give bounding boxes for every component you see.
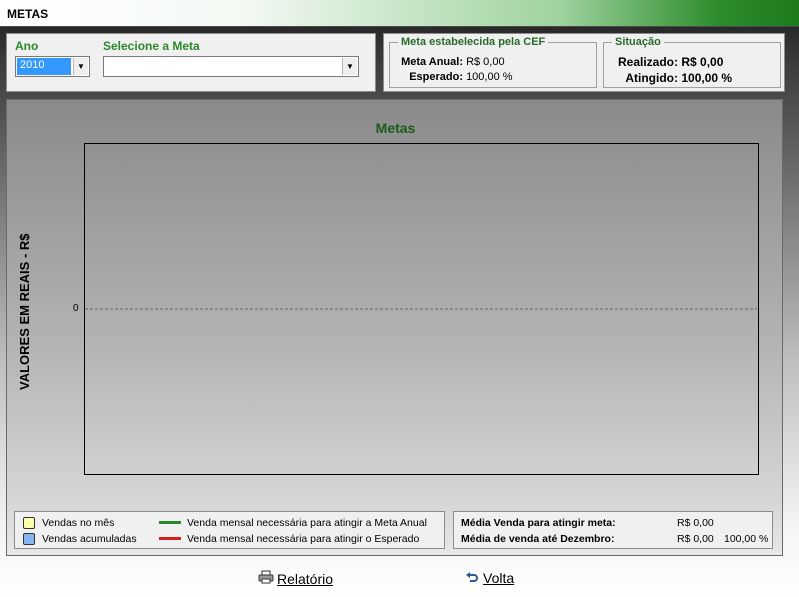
medias-box: Média Venda para atingir meta: R$ 0,00 M… <box>453 511 773 549</box>
atingido-label: Atingido: <box>625 71 678 85</box>
chart-y-tick: 0 <box>73 303 79 314</box>
esperado-label: Esperado: <box>409 71 463 83</box>
back-arrow-icon <box>463 570 480 586</box>
situacao-legend: Situação <box>615 36 661 48</box>
printer-icon <box>257 570 274 587</box>
filters-panel: Ano 2010 ▼ Selecione a Meta ▼ <box>6 33 376 92</box>
chart-svg <box>85 308 757 310</box>
meta-anual-row: Meta Anual: R$ 0,00 <box>393 56 505 68</box>
meta-label: Selecione a Meta <box>103 39 200 53</box>
realizado-value: R$ 0,00 <box>681 55 724 69</box>
relatorio-button[interactable]: Relatório <box>257 570 333 587</box>
media-meta-value: R$ 0,00 <box>677 517 714 529</box>
legend-label-esperado: Venda mensal necessária para atingir o E… <box>187 533 420 545</box>
ano-select[interactable]: 2010 ▼ <box>15 56 90 77</box>
meta-select[interactable]: ▼ <box>103 56 359 77</box>
atingido-value: 100,00 % <box>681 71 733 85</box>
chart-title: Metas <box>375 120 416 136</box>
esperado-value: 100,00 % <box>466 71 513 83</box>
realizado-row: Realizado: R$ 0,00 <box>610 55 723 69</box>
esperado-row: Esperado: 100,00 % <box>393 71 513 83</box>
ano-select-value: 2010 <box>17 58 71 75</box>
meta-anual-value: R$ 0,00 <box>466 56 505 68</box>
media-meta-label: Média Venda para atingir meta: <box>461 517 616 529</box>
legend-label-vendas-mes: Vendas no mês <box>42 517 115 529</box>
media-dez-value: R$ 0,00 <box>677 533 714 545</box>
volta-button[interactable]: Volta <box>463 570 514 586</box>
legend-swatch-vendas-mes <box>23 517 35 529</box>
meta-situacao-panel: Meta estabelecida pela CEF Meta Anual: R… <box>383 33 785 92</box>
media-dez-pct: 100,00 % <box>724 533 769 545</box>
chart-plot-area <box>84 143 759 475</box>
atingido-row: Atingido: 100,00 % <box>610 71 732 85</box>
volta-label: Volta <box>483 570 515 586</box>
chart-legend: Vendas no mês Vendas acumuladas Venda me… <box>14 511 445 549</box>
meta-select-value <box>105 58 111 75</box>
meta-anual-label: Meta Anual: <box>401 56 463 68</box>
relatorio-label: Relatório <box>277 571 334 587</box>
meta-cef-legend: Meta estabelecida pela CEF <box>401 36 546 48</box>
window-titlebar: METAS <box>0 0 799 27</box>
legend-line-esperado <box>159 537 181 540</box>
chart-area: Metas VALORES EM REAIS - R$ 0 Vendas no … <box>6 99 783 556</box>
legend-line-meta-anual <box>159 521 181 524</box>
legend-swatch-vendas-acumuladas <box>23 533 35 545</box>
media-dez-label: Média de venda até Dezembro: <box>461 533 615 545</box>
legend-label-meta-anual: Venda mensal necessária para atingir a M… <box>187 517 427 529</box>
legend-label-vendas-acumuladas: Vendas acumuladas <box>42 533 137 545</box>
window-title: METAS <box>7 7 49 21</box>
chart-y-axis-label: VALORES EM REAIS - R$ <box>17 233 32 390</box>
chevron-down-icon[interactable]: ▼ <box>73 58 88 75</box>
realizado-label: Realizado: <box>617 55 678 69</box>
ano-label: Ano <box>15 39 39 53</box>
chevron-down-icon[interactable]: ▼ <box>342 58 357 75</box>
